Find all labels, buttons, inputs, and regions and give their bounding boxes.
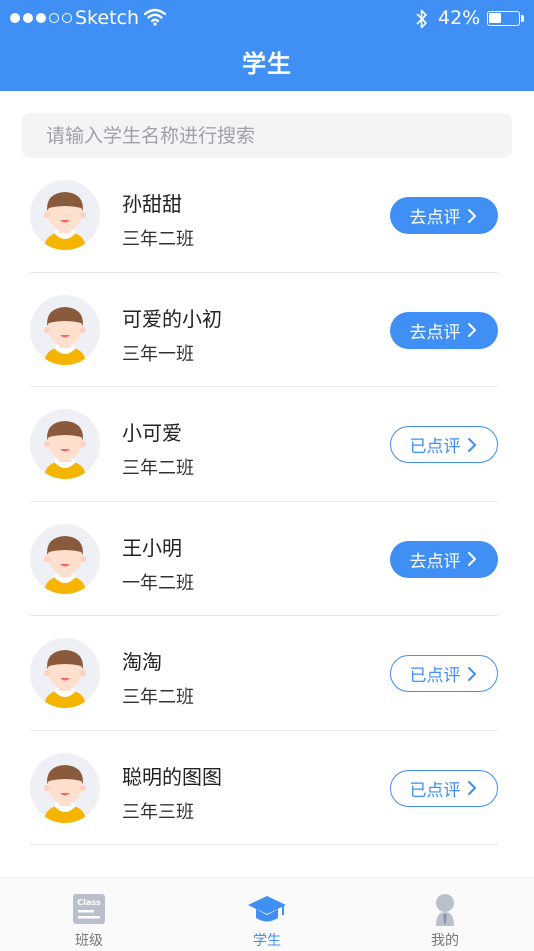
avatar [30,180,100,250]
review-button[interactable]: 去点评 [390,197,498,234]
student-class: 三年二班 [122,229,194,250]
student-class: 三年二班 [122,458,194,479]
bluetooth-icon [416,9,427,29]
chevron-right-icon [467,552,476,566]
list-item[interactable]: 孙甜甜 三年二班 去点评 [0,158,534,273]
review-button[interactable]: 去点评 [390,540,498,578]
avatar [30,638,100,708]
tab-mine[interactable]: 我的 [385,878,505,951]
battery-percent: 42% [438,7,481,29]
student-name: 聪明的图图 [122,764,222,789]
review-button[interactable]: 去点评 [390,311,498,349]
review-button-label: 已点评 [409,437,461,457]
page-title: 学生 [242,50,292,78]
student-name: 可爱的小初 [122,306,222,331]
chevron-right-icon [467,666,476,681]
chevron-right-icon [467,781,476,795]
review-button-label: 已点评 [409,666,461,686]
avatar [30,523,100,594]
review-button-label: 去点评 [409,322,461,343]
student-name: 小可爱 [122,421,182,445]
header: Sketch 42% 学生 [0,0,534,91]
avatar [30,294,100,365]
review-button-label: 去点评 [409,208,461,228]
avatar [30,409,100,479]
battery-tip [521,15,524,22]
graduation-cap-icon [248,896,286,922]
wifi-icon [144,8,166,26]
list-item[interactable]: 淘淘 三年二班 已点评 [0,616,534,731]
student-name: 王小明 [122,535,182,560]
search-bar[interactable] [22,113,512,158]
student-class: 一年二班 [122,572,194,594]
carrier-label: Sketch [75,7,140,29]
search-input[interactable] [44,123,512,148]
tab-label: 学生 [253,933,281,949]
profile-icon [436,894,454,926]
student-class: 三年一班 [122,343,194,365]
class-icon: Class [73,894,105,924]
review-button[interactable]: 已点评 [390,426,498,463]
tab-bar: Class 班级 学生 我的 [0,877,534,951]
list-item[interactable]: 王小明 一年二班 去点评 [0,502,534,616]
class-icon-text: Class [77,898,101,907]
review-button-label: 已点评 [409,780,461,801]
tab-class[interactable]: Class 班级 [29,878,149,951]
chevron-right-icon [467,208,476,223]
review-button[interactable]: 已点评 [390,769,498,807]
tab-label: 我的 [431,933,459,949]
signal-strength-icon [10,13,72,23]
chevron-right-icon [467,437,476,452]
chevron-right-icon [467,323,476,337]
battery-icon [487,11,520,26]
student-name: 孙甜甜 [122,192,182,216]
list-item[interactable]: 可爱的小初 三年一班 去点评 [0,273,534,387]
tab-students[interactable]: 学生 [207,878,327,951]
student-class: 三年三班 [122,801,194,823]
divider [30,844,498,845]
student-name: 淘淘 [122,650,162,674]
student-list: 孙甜甜 三年二班 去点评 可爱的小初 三年一班 去点评 小可爱 三年二班 已点评… [0,158,534,845]
review-button[interactable]: 已点评 [390,655,498,692]
list-item[interactable]: 小可爱 三年二班 已点评 [0,387,534,502]
student-class: 三年二班 [122,687,194,708]
review-button-label: 去点评 [409,551,461,572]
avatar [30,752,100,823]
status-bar: Sketch 42% [0,0,534,38]
tab-label: 班级 [75,933,103,949]
list-item[interactable]: 聪明的图图 三年三班 已点评 [0,731,534,845]
